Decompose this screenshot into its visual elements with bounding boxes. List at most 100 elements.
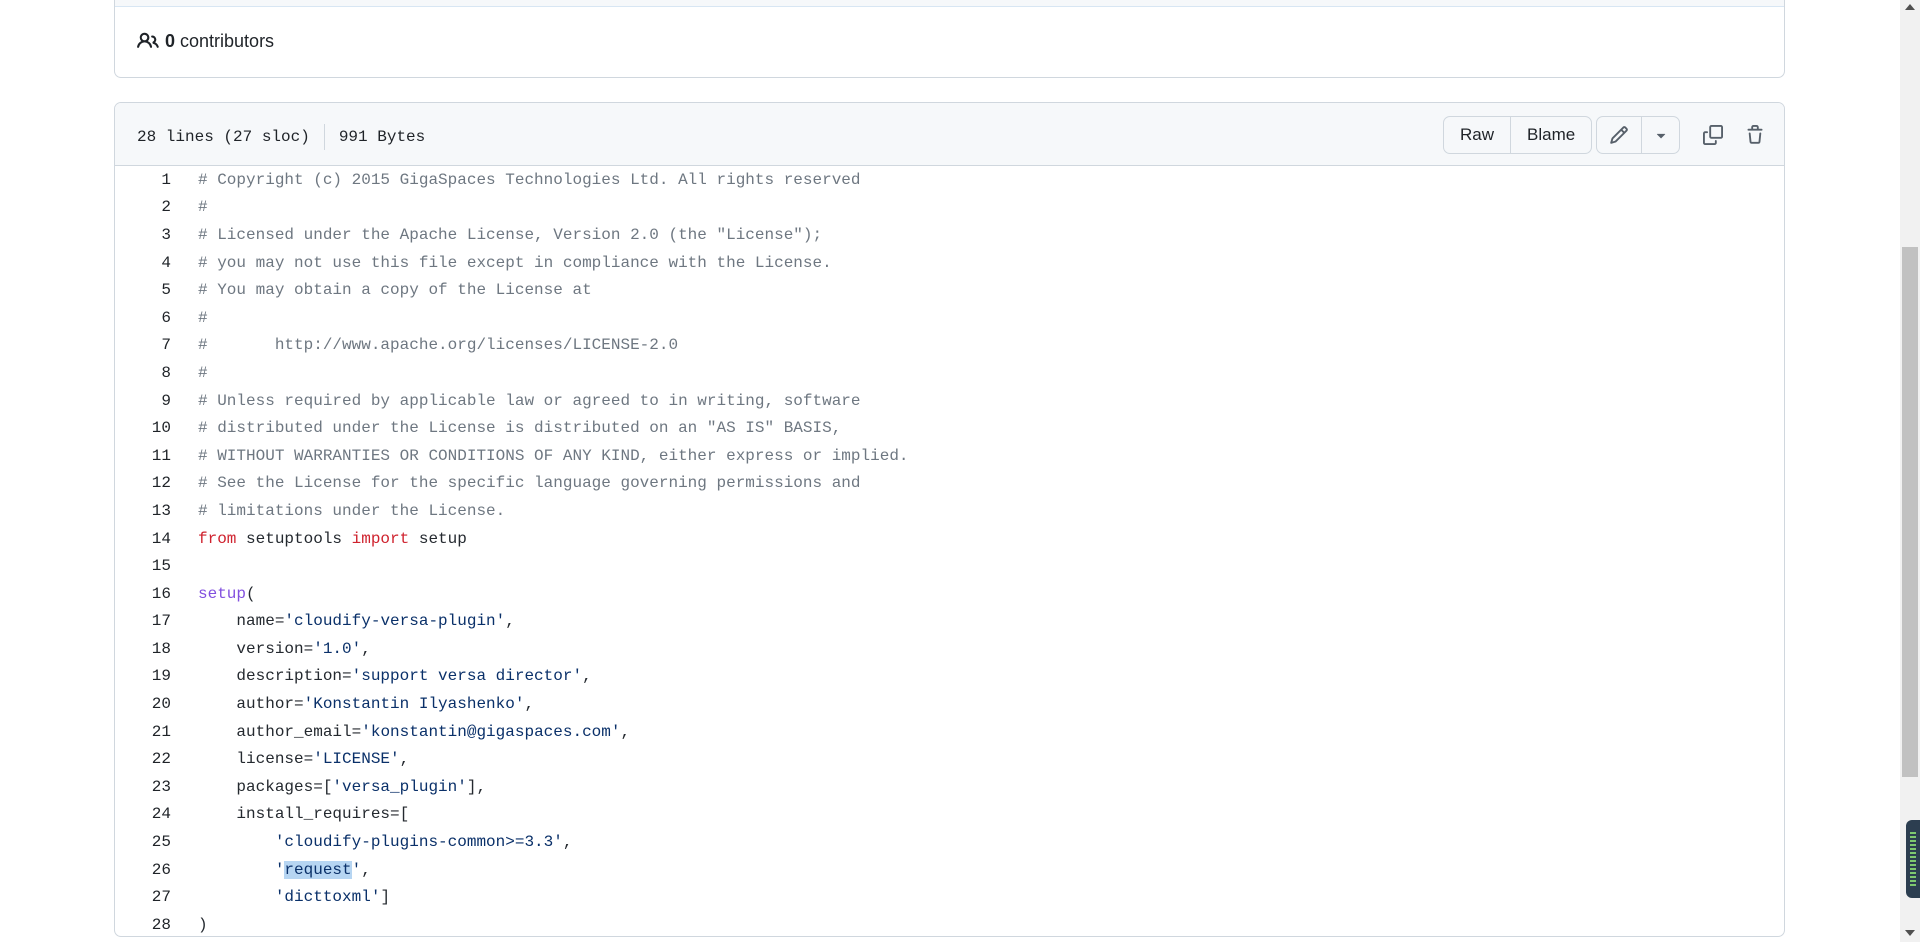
line-number[interactable]: 21 — [115, 723, 171, 741]
line-content: # See the License for the specific langu… — [198, 474, 861, 493]
punctuation: , — [361, 639, 371, 658]
line-content: # you may not use this file except in co… — [198, 253, 832, 272]
file-size: 991 Bytes — [338, 128, 426, 146]
punctuation: ], — [466, 777, 487, 796]
code-line: 19 description='support versa director', — [115, 663, 1784, 691]
box-top-edge — [115, 0, 1784, 7]
copy-button[interactable] — [1699, 121, 1727, 149]
string-quote: ' — [351, 860, 362, 879]
string-literal: 'LICENSE' — [313, 750, 400, 769]
string-literal: 'konstantin@gigaspaces.com' — [361, 722, 621, 741]
code-line: 11 # WITHOUT WARRANTIES OR CONDITIONS OF … — [115, 442, 1784, 470]
line-number[interactable]: 2 — [115, 198, 171, 216]
punctuation: , — [562, 833, 573, 852]
line-number[interactable]: 8 — [115, 364, 171, 382]
page: 0 contributors 28 lines (27 sloc) 991 By… — [0, 0, 1900, 942]
code-line: 6 # — [115, 304, 1784, 332]
punctuation: , — [361, 860, 371, 879]
line-content: # limitations under the License. — [198, 501, 506, 520]
code-line: 13 # limitations under the License. — [115, 497, 1784, 525]
string-literal: 'Konstantin Ilyashenko' — [303, 695, 525, 714]
line-number[interactable]: 18 — [115, 640, 171, 658]
delete-button[interactable] — [1741, 121, 1769, 149]
line-content: # — [198, 363, 208, 382]
line-number[interactable]: 25 — [115, 833, 171, 851]
string-literal: 'cloudify-versa-plugin' — [284, 612, 506, 631]
line-number[interactable]: 28 — [115, 916, 171, 934]
edit-dropdown-button[interactable] — [1642, 117, 1679, 153]
line-content: version='1.0', — [198, 639, 371, 658]
code-line: 7 # http://www.apache.org/licenses/LICENS… — [115, 332, 1784, 360]
line-content: 'cloudify-plugins-common>=3.3', — [198, 833, 573, 852]
line-number[interactable]: 6 — [115, 309, 171, 327]
arg-key: version= — [198, 639, 314, 658]
edit-button[interactable] — [1597, 117, 1642, 153]
line-count: 28 lines (27 sloc) — [137, 128, 310, 146]
contributors-link[interactable]: 0 contributors — [137, 30, 274, 52]
line-number[interactable]: 20 — [115, 695, 171, 713]
module-name: setuptools — [236, 529, 352, 548]
line-number[interactable]: 14 — [115, 530, 171, 548]
line-number[interactable]: 9 — [115, 392, 171, 410]
punctuation: , — [399, 750, 410, 769]
edit-group — [1596, 116, 1680, 154]
selected-text: request — [284, 860, 352, 879]
contributors-label: contributors — [180, 30, 275, 51]
raw-button[interactable]: Raw — [1444, 117, 1512, 153]
code-line: 16 setup( — [115, 580, 1784, 608]
line-number[interactable]: 22 — [115, 750, 171, 768]
line-number[interactable]: 24 — [115, 805, 171, 823]
line-number[interactable]: 13 — [115, 502, 171, 520]
arg-key: name= — [198, 612, 285, 631]
string-literal: 'support versa director' — [351, 667, 583, 686]
code-line: 5 # You may obtain a copy of the License … — [115, 276, 1784, 304]
line-number[interactable]: 19 — [115, 667, 171, 685]
arg-key: author= — [198, 695, 304, 714]
code-line: 9 # Unless required by applicable law or … — [115, 387, 1784, 415]
line-content: packages=['versa_plugin'], — [198, 778, 486, 796]
code-line: 12 # See the License for the specific lan… — [115, 470, 1784, 498]
line-number[interactable]: 7 — [115, 336, 171, 354]
code-line: 21 author_email='konstantin@gigaspaces.c… — [115, 718, 1784, 746]
punctuation: , — [505, 612, 515, 631]
line-number[interactable]: 27 — [115, 888, 171, 906]
string-literal: 'cloudify-plugins-common>=3.3' — [274, 833, 563, 852]
copy-icon — [1703, 125, 1723, 145]
line-number[interactable]: 12 — [115, 474, 171, 492]
code-view: 1 # Copyright (c) 2015 GigaSpaces Technol… — [115, 166, 1784, 936]
code-line: 1 # Copyright (c) 2015 GigaSpaces Technol… — [115, 166, 1784, 194]
vertical-scrollbar[interactable] — [1900, 0, 1920, 942]
file-header: 28 lines (27 sloc) 991 Bytes Raw Blame — [115, 103, 1784, 166]
blame-button[interactable]: Blame — [1511, 117, 1591, 153]
line-number[interactable]: 11 — [115, 447, 171, 465]
scroll-up-arrow-icon[interactable] — [1905, 4, 1915, 10]
line-number[interactable]: 10 — [115, 419, 171, 437]
code-line: 14 from setuptools import setup — [115, 525, 1784, 553]
code-line: 24 install_requires=[ — [115, 801, 1784, 829]
scroll-thumb[interactable] — [1902, 247, 1918, 777]
line-number[interactable]: 26 — [115, 861, 171, 879]
line-number[interactable]: 15 — [115, 557, 171, 575]
line-content: ) — [198, 915, 208, 934]
line-number[interactable]: 4 — [115, 254, 171, 272]
line-content: # Copyright (c) 2015 GigaSpaces Technolo… — [198, 170, 861, 189]
line-number[interactable]: 1 — [115, 171, 171, 189]
line-number[interactable]: 5 — [115, 281, 171, 299]
line-number[interactable]: 3 — [115, 226, 171, 244]
code-line: 18 version='1.0', — [115, 635, 1784, 663]
scroll-down-arrow-icon[interactable] — [1905, 930, 1915, 936]
line-number[interactable]: 23 — [115, 778, 171, 796]
line-content: # — [198, 198, 208, 217]
line-content: 'dicttoxml'] — [198, 888, 390, 906]
line-number[interactable]: 16 — [115, 585, 171, 603]
line-content: # You may obtain a copy of the License a… — [198, 281, 592, 300]
punctuation: , — [620, 722, 631, 741]
line-number[interactable]: 17 — [115, 612, 171, 630]
people-icon — [137, 32, 159, 48]
side-widget[interactable] — [1906, 820, 1920, 898]
keyword: from — [198, 529, 237, 548]
string-literal: 'dicttoxml' — [274, 888, 381, 907]
file-viewer: 28 lines (27 sloc) 991 Bytes Raw Blame 1… — [114, 102, 1785, 937]
